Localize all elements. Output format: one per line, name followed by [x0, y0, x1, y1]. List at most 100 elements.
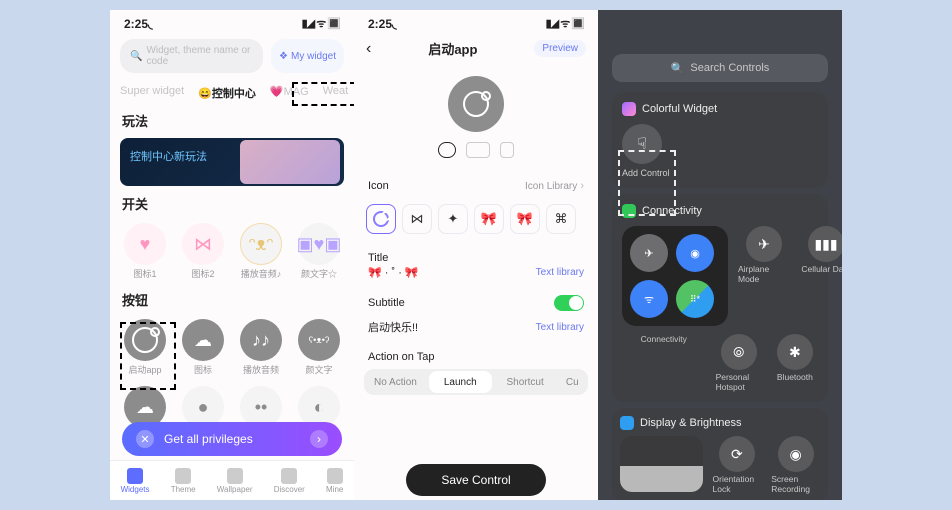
control-orientation[interactable]: ⟳Orientation Lock — [713, 436, 762, 494]
seg-custom[interactable]: Cu — [557, 377, 588, 388]
discover-icon — [281, 468, 297, 484]
seg-shortcut[interactable]: Shortcut — [494, 377, 557, 388]
bottom-nav: Widgets Theme Wallpaper Discover Mine — [110, 460, 354, 500]
add-control-button[interactable]: ☟ — [622, 124, 662, 164]
wifi-toggle[interactable]: ◉ — [676, 234, 714, 272]
status-bar: 2:25◟ ▮◢ ᯤ 🔳 — [354, 10, 598, 33]
bear-icon: ᵔᴥᵔ — [240, 223, 282, 265]
control-cellular[interactable]: ▮▮▮Cellular Data — [800, 226, 842, 284]
tap-icon: ☟ — [637, 134, 647, 154]
seg-no-action[interactable]: No Action — [364, 377, 427, 388]
seg-launch[interactable]: Launch — [429, 371, 492, 393]
row-title: Title — [354, 244, 598, 266]
mine-icon — [327, 468, 343, 484]
icon-option[interactable]: ⋈ — [402, 204, 432, 234]
nav-wallpaper[interactable]: Wallpaper — [217, 468, 253, 494]
astronaut-icon — [124, 319, 166, 361]
tab-super-widget[interactable]: Super widget — [120, 85, 184, 101]
shape-rounded[interactable] — [466, 142, 490, 158]
switch-row: ♥图标1 ⋈图标2 ᵔᴥᵔ播放音频♪ ▣♥▣颜文字☆ — [110, 217, 354, 286]
close-icon[interactable]: ✕ — [136, 430, 154, 448]
search-input[interactable]: 🔍 Widget, theme name or code — [120, 39, 263, 73]
control-airplane[interactable]: ✈Airplane Mode — [738, 226, 790, 284]
banner-play[interactable]: 控制中心新玩法 — [120, 138, 344, 186]
chevron-right-icon: › — [580, 180, 584, 192]
action-segments: No Action Launch Shortcut Cu — [364, 369, 588, 395]
save-control-button[interactable]: Save Control — [406, 464, 546, 496]
button-audio[interactable]: ♪♪播放音频 — [237, 319, 285, 376]
card-colorful-widget: Colorful Widget ☟ Add Control — [612, 92, 828, 188]
wifi-icon: ◉ — [690, 247, 700, 260]
button-kaomoji[interactable]: ʕ•ᴥ•ʔ颜文字 — [295, 319, 343, 376]
control-hotspot[interactable]: ⦾Personal Hotspot — [716, 334, 762, 392]
hotspot-icon: ⦾ — [721, 334, 757, 370]
brightness-slider[interactable] — [620, 436, 703, 492]
cellular-toggle[interactable]: ⠿* — [676, 280, 714, 318]
tab-control-center[interactable]: 😄控制中心 — [198, 85, 256, 101]
shape-circle[interactable] — [438, 142, 456, 158]
my-widget-button[interactable]: ❖ My widget — [271, 39, 344, 73]
control-bluetooth[interactable]: ✱Bluetooth — [772, 334, 818, 392]
status-bar: 2:25◟ ▮◢ ᯤ 🔳 — [110, 10, 354, 33]
theme-icon — [175, 468, 191, 484]
connectivity-icon — [622, 204, 636, 218]
search-icon: 🔍 — [130, 51, 142, 62]
icon-option[interactable] — [366, 204, 396, 234]
nav-theme[interactable]: Theme — [171, 468, 196, 494]
privileges-pill[interactable]: ✕ Get all privileges › — [122, 422, 342, 456]
kaomoji-icon: ▣♥▣ — [298, 223, 340, 265]
status-icons: ▮◢ ᯤ 🔳 — [546, 16, 584, 31]
button-icon[interactable]: ☁图标 — [179, 319, 227, 376]
back-button[interactable]: ‹ — [366, 40, 371, 58]
switch-item[interactable]: ᵔᴥᵔ播放音频♪ — [237, 223, 285, 280]
heart-icon: ♥ — [124, 223, 166, 265]
icon-option[interactable]: ⌘ — [546, 204, 576, 234]
airplane-toggle[interactable]: ✈ — [630, 234, 668, 272]
music-icon: ♪♪ — [240, 319, 282, 361]
preview-icon-circle — [448, 76, 504, 132]
switch-item[interactable]: ⋈图标2 — [179, 223, 227, 280]
page-title: 启动app — [428, 39, 477, 58]
shape-square[interactable] — [500, 142, 514, 158]
search-controls[interactable]: 🔍 Search Controls — [612, 54, 828, 82]
subtitle-toggle[interactable] — [554, 295, 584, 311]
brightness-icon — [620, 416, 634, 430]
icon-option[interactable]: ✦ — [438, 204, 468, 234]
tab-mag[interactable]: 💗MAG — [270, 85, 309, 101]
record-icon: ◉ — [778, 436, 814, 472]
switch-item[interactable]: ▣♥▣颜文字☆ — [295, 223, 343, 280]
nav-widgets[interactable]: Widgets — [121, 468, 150, 494]
icon-option[interactable]: 🎀 — [510, 204, 540, 234]
airdrop-icon: ᯤ — [644, 292, 654, 307]
status-time: 2:25◟ — [368, 17, 397, 31]
wallpaper-icon — [227, 468, 243, 484]
button-launch-app[interactable]: 启动app — [121, 319, 169, 376]
title-input[interactable]: 🎀 · ˚ · 🎀 — [368, 266, 419, 279]
kaomoji-icon: ʕ•ᴥ•ʔ — [298, 319, 340, 361]
bluetooth-icon: ✱ — [777, 334, 813, 370]
cellular-bt-icon: ⠿* — [690, 294, 700, 305]
cloud-icon: ☁ — [182, 319, 224, 361]
connectivity-grid[interactable]: ✈ ◉ ᯤ ⠿* — [622, 226, 728, 326]
screen-control-center: 🔍 Search Controls Colorful Widget ☟ Add … — [598, 10, 842, 500]
sparkle-icon: ❖ — [279, 51, 288, 62]
section-play: 玩法 — [110, 107, 354, 134]
nav-mine[interactable]: Mine — [326, 468, 343, 494]
preview-button[interactable]: Preview — [534, 40, 586, 57]
section-button: 按钮 — [110, 286, 354, 313]
text-library-link[interactable]: Text library — [536, 322, 584, 333]
airplane-icon: ✈ — [746, 226, 782, 262]
control-screen-record[interactable]: ◉Screen Recording — [771, 436, 820, 494]
screen-edit-control: 2:25◟ ▮◢ ᯤ 🔳 ‹ 启动app Preview Icon Icon L… — [354, 10, 598, 500]
airdrop-toggle[interactable]: ᯤ — [630, 280, 668, 318]
icon-option[interactable]: 🎀 — [474, 204, 504, 234]
control-connectivity[interactable]: Connectivity — [622, 334, 706, 392]
switch-item[interactable]: ♥图标1 — [121, 223, 169, 280]
tab-weather[interactable]: Weat — [323, 85, 348, 101]
text-library-link[interactable]: Text library — [536, 267, 584, 278]
section-switch: 开关 — [110, 190, 354, 217]
subtitle-input[interactable]: 启动快乐!! — [368, 319, 418, 335]
row-icon[interactable]: Icon Icon Library › — [354, 172, 598, 200]
nav-discover[interactable]: Discover — [274, 468, 305, 494]
shape-selector — [354, 142, 598, 158]
